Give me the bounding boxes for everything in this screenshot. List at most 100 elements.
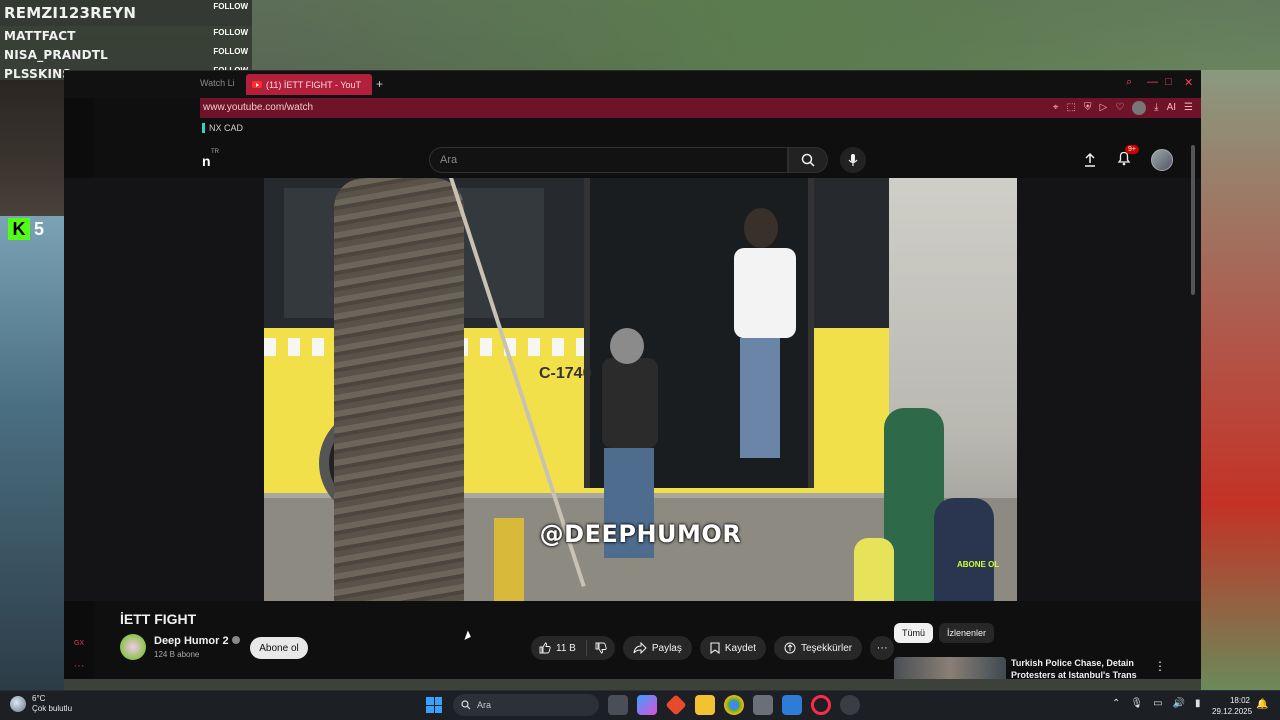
tab-title: (11) İETT FIGHT - YouT [266,79,362,90]
like-dislike-group: 11 B [531,636,615,660]
notification-badge: 9+ [1125,144,1139,154]
temperature: 6°C [32,694,46,703]
opera-gx-icon[interactable] [811,695,831,715]
sidebar-more-icon[interactable]: ··· [73,660,85,672]
youtube-masthead: n TR Ara 9+ [200,143,1201,177]
channel-watermark-logo[interactable]: ABONE OL [957,560,999,569]
voice-search-button[interactable] [840,147,866,173]
taskbar-clock[interactable]: 18:02 29.12.2025 [1212,695,1252,717]
thanks-button[interactable]: Teşekkürler [774,636,863,660]
mouse-cursor-icon [464,630,473,642]
cloud-icon [10,696,26,712]
video-crowd [854,388,1014,601]
verified-icon [231,636,240,644]
upload-icon[interactable] [1083,152,1097,168]
new-tab-button[interactable]: + [376,77,383,91]
url-field[interactable]: www.youtube.com/watch [203,102,313,113]
heart-icon[interactable]: ♡ [1115,101,1124,115]
bus-number: C-1740 [539,365,592,382]
maximize-icon[interactable]: □ [1165,76,1172,88]
thumbs-up-icon [539,642,551,654]
address-bar[interactable]: www.youtube.com/watch ⌖ ⬚ ⛨ ▷ ♡ ⤓ AI ☰ [200,98,1201,118]
profile-avatar[interactable] [1132,101,1147,115]
download-icon[interactable]: ⤓ [1154,101,1158,115]
person-head [610,328,644,364]
task-view-icon[interactable] [608,695,628,715]
crowd-person [934,498,994,601]
chrome-icon[interactable] [724,695,744,715]
channel-name-link[interactable]: Deep Humor 2 [154,635,240,647]
network-icon[interactable]: ▭ [1153,698,1162,709]
obs-icon[interactable] [840,695,860,715]
battery-icon[interactable]: ▮ [1195,698,1201,709]
tab-previous[interactable]: Watch Li [200,78,235,88]
follower-row: REMZI123REYN FOLLOW [0,0,252,26]
file-explorer-icon[interactable] [695,695,715,715]
person-head [744,208,778,248]
recommendation-menu-icon[interactable]: ⋮ [1154,659,1166,673]
save-button[interactable]: Kaydet [699,636,766,660]
bookmark-item[interactable]: NX CAD [202,123,243,133]
video-title: İETT FIGHT [120,611,197,627]
channel-avatar[interactable] [120,634,146,660]
follower-row: NISA_PRANDTL FOLLOW [0,45,252,64]
chip-all[interactable]: Tümü [894,623,934,643]
pin-icon[interactable]: ⌖ [1053,101,1059,115]
bookmark-icon [202,123,205,133]
weather-text: 6°C Çok bulutlu [32,694,72,714]
notifications-button[interactable]: 9+ [1117,144,1139,171]
bookmarks-bar: NX CAD [200,118,1201,138]
ai-button[interactable]: AI [1167,101,1176,115]
copilot-icon[interactable] [637,695,657,715]
screenshot-icon[interactable]: ⬚ [1067,101,1076,115]
video-player[interactable]: C-1740 @DEEPHUMOR ABONE OL [64,178,1201,601]
kick-viewer-badge: K 5 [8,218,44,240]
dislike-button[interactable] [587,642,615,654]
search-tabs-icon[interactable]: ⌕ [1126,76,1132,89]
video-frame[interactable]: C-1740 @DEEPHUMOR [264,178,1017,601]
notification-center-icon[interactable]: 🔔 [1256,699,1268,710]
clock-time: 18:02 [1229,696,1250,705]
minimize-icon[interactable]: — [1147,76,1158,88]
person-torso [734,248,796,338]
windows-start-icon[interactable] [424,695,444,715]
app-red-icon[interactable] [665,694,687,716]
store-icon[interactable] [753,695,773,715]
video-person-kicking [714,198,804,458]
like-button[interactable]: 11 B [531,640,587,656]
follower-name: NISA_PRANDTL [4,47,108,62]
windows-taskbar: 6°C Çok bulutlu Ara ⌃ 🎙 ▭ 🔊 ▮ 18:02 29.1… [0,690,1280,720]
channel-name: Deep Humor 2 [154,635,229,647]
volume-icon[interactable]: 🔊 [1173,698,1185,709]
weather-widget[interactable]: 6°C Çok bulutlu [10,694,72,714]
microphone-icon[interactable]: 🎙 [1130,698,1143,709]
recommendation-title[interactable]: Turkish Police Chase, Detain Protesters … [1011,657,1141,679]
tab-bar: Watch Li (11) İETT FIGHT - YouT + ⌕ — □ … [64,71,1201,98]
tab-active[interactable]: (11) İETT FIGHT - YouT [246,74,372,95]
page-scrollbar[interactable] [1191,145,1195,295]
recommendation-thumbnail[interactable] [894,657,1006,679]
browser-window: Watch Li (11) İETT FIGHT - YouT + ⌕ — □ … [64,70,1201,679]
close-icon[interactable]: ✕ [1184,76,1193,89]
chevron-up-icon[interactable]: ⌃ [1112,698,1120,709]
mail-icon[interactable] [782,695,802,715]
search-button[interactable] [788,147,828,173]
person-torso [602,358,658,448]
chip-watched[interactable]: İzlenenler [939,623,995,643]
follow-label: FOLLOW [213,2,248,11]
subscribe-button[interactable]: Abone ol [250,637,308,659]
shield-icon[interactable]: ⛨ [1084,101,1092,115]
youtube-logo[interactable]: n [202,153,211,169]
follower-name: REMZI123REYN [4,4,137,22]
play-icon[interactable]: ▷ [1099,101,1107,115]
taskbar-search[interactable]: Ara [453,694,599,716]
account-avatar[interactable] [1151,149,1173,171]
share-button[interactable]: Paylaş [622,636,692,660]
taskbar-apps: Ara [424,694,860,716]
menu-icon[interactable]: ☰ [1184,101,1193,115]
gx-label[interactable]: GX [73,638,85,650]
more-actions-button[interactable]: ··· [870,636,895,660]
masthead-actions: 9+ [1083,144,1173,171]
search-input[interactable]: Ara [429,147,788,173]
mic-icon [848,154,858,166]
